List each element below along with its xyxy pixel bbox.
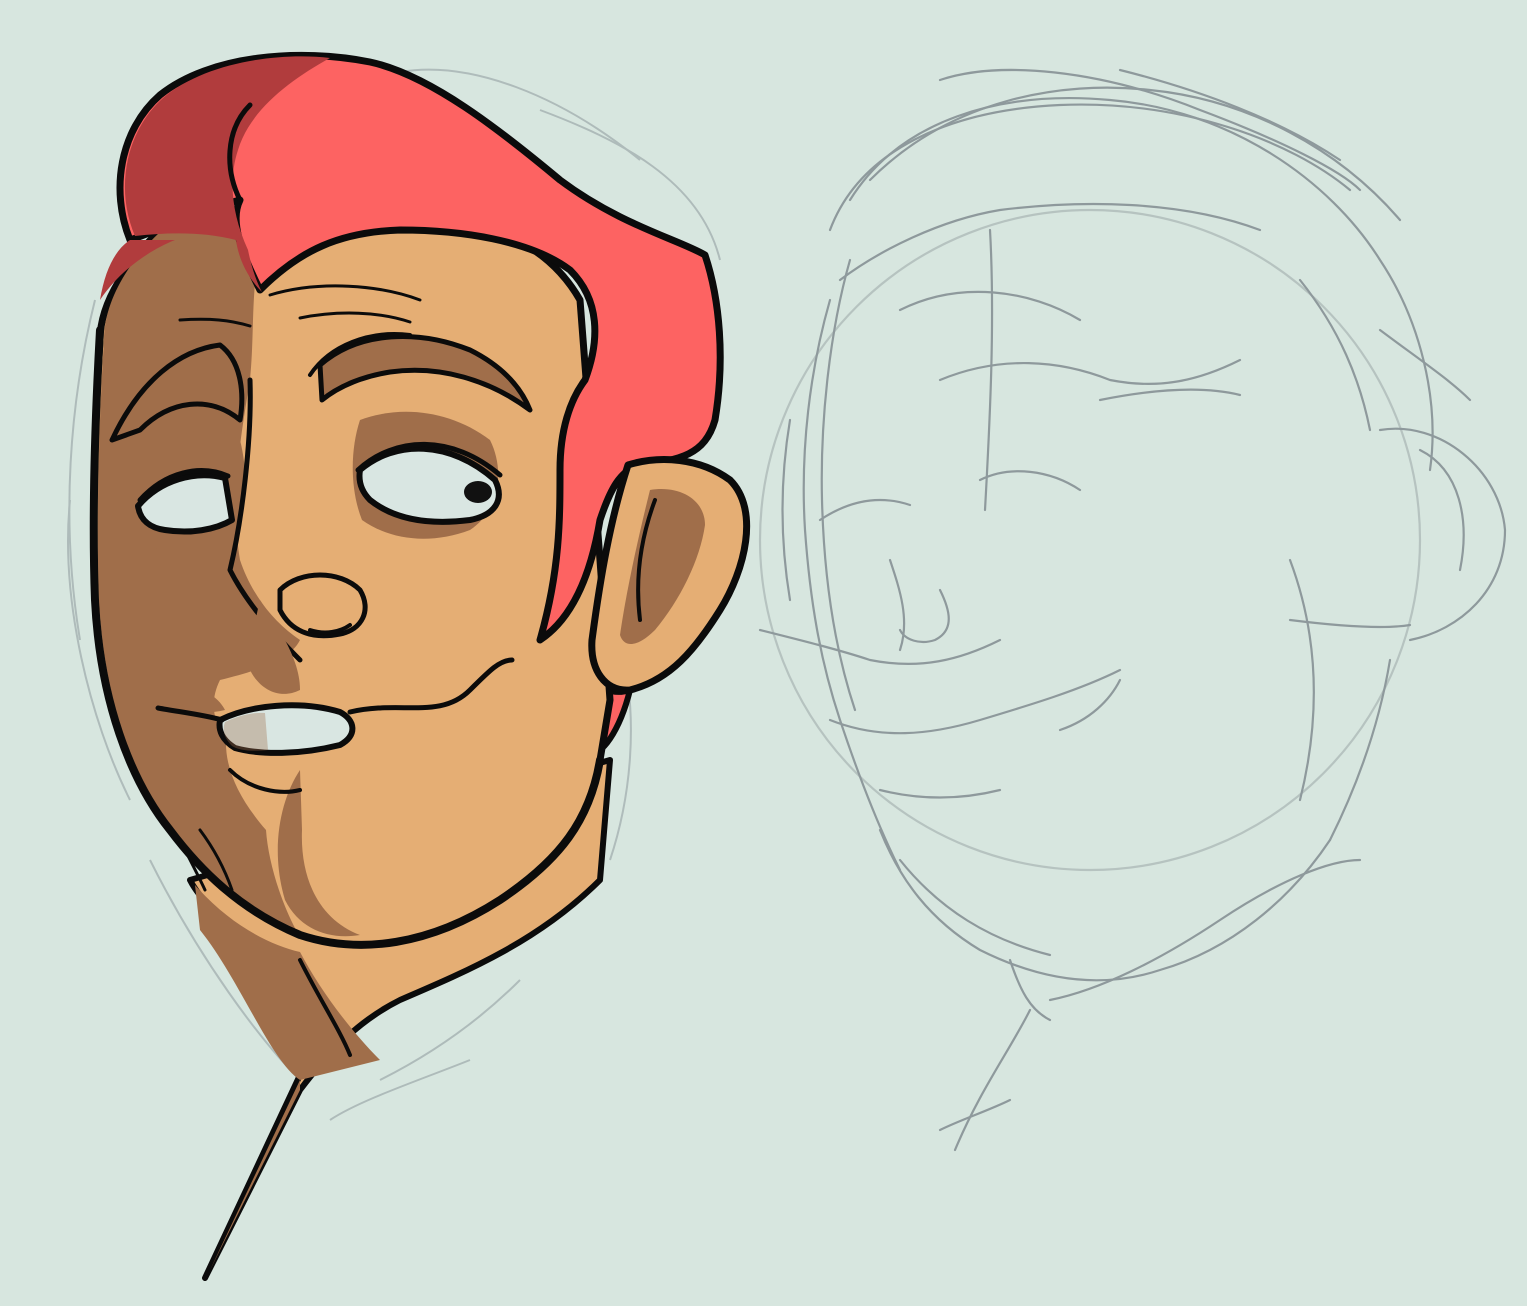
artwork-canvas xyxy=(0,0,1527,1306)
right-pupil xyxy=(464,481,492,503)
nose-tip xyxy=(277,572,368,639)
